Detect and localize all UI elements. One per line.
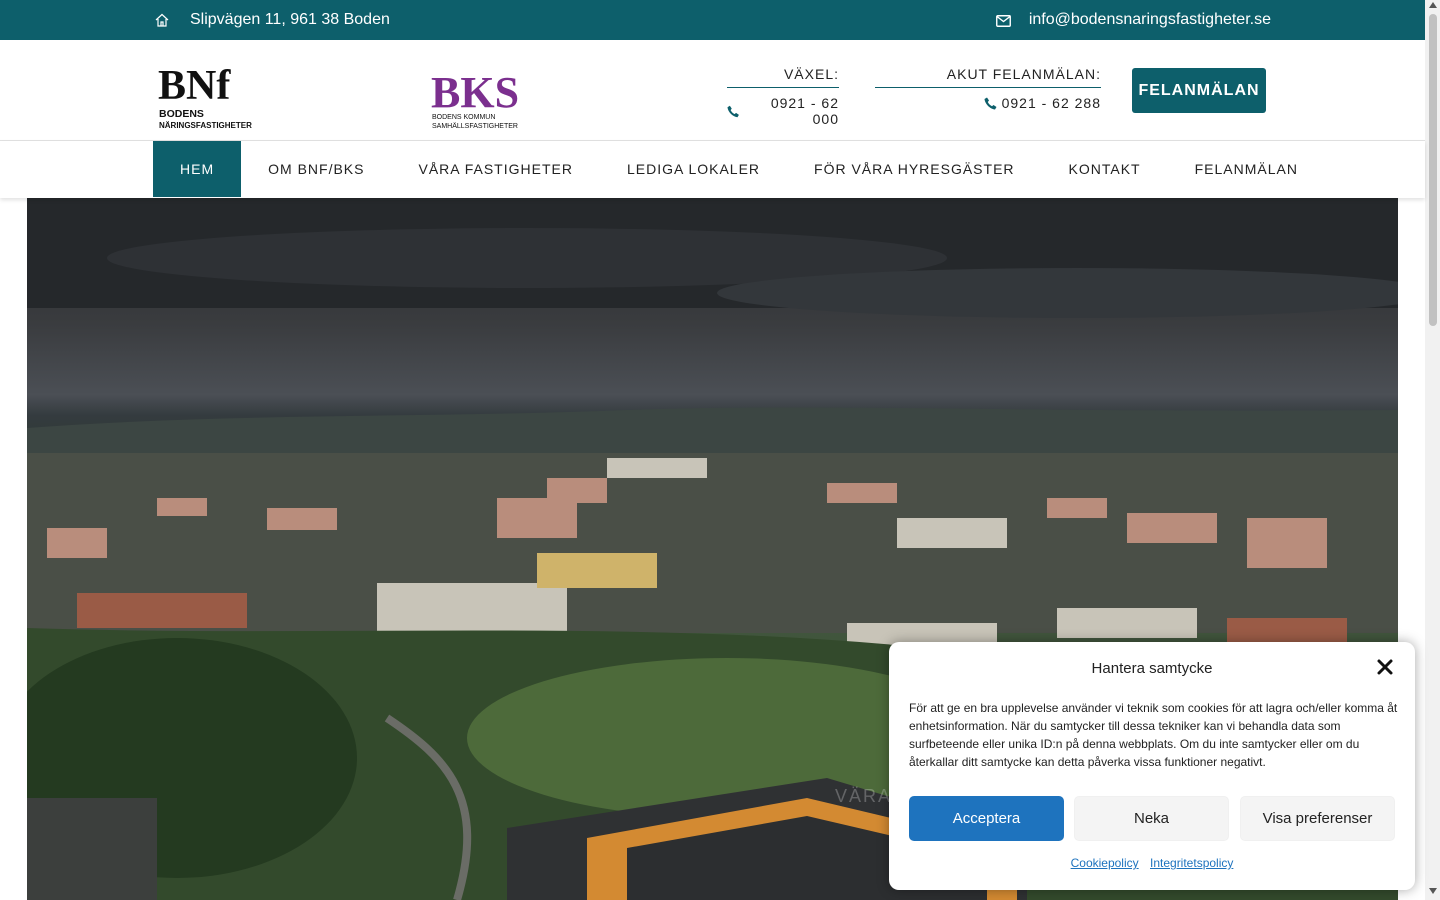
address-text: Slipvägen 11, 961 38 Boden (190, 11, 390, 28)
cookie-consent-dialog: Hantera samtycke För att ge en bra upple… (889, 642, 1415, 890)
akut-phone[interactable]: 0921 - 62 288 (875, 95, 1101, 111)
home-icon (155, 13, 169, 27)
akut-contact: AKUT FELANMÄLAN: 0921 - 62 288 (875, 66, 1101, 111)
bnf-logo[interactable]: BNf BODENS NÄRINGSFASTIGHETER (158, 49, 264, 133)
cookie-body-text: För att ge en bra upplevelse använder vi… (909, 701, 1398, 769)
cookie-policy-link[interactable]: Cookiepolicy (1071, 856, 1139, 870)
hero-watermark: VÄRA (835, 786, 893, 806)
cookie-title: Hantera samtycke (1091, 660, 1213, 677)
bks-logo-line1: BODENS KOMMUN (432, 114, 495, 121)
vaxel-phone[interactable]: 0921 - 62 000 (727, 95, 839, 127)
cookie-links: Cookiepolicy Integritetspolicy (889, 856, 1415, 870)
bks-logo[interactable]: BKS BODENS KOMMUN SAMHÄLLSFASTIGHETER (431, 65, 549, 137)
felanmalan-button[interactable]: FELANMÄLAN (1132, 68, 1266, 113)
envelope-icon (995, 14, 1011, 27)
site-header: BNf BODENS NÄRINGSFASTIGHETER BKS BODENS… (0, 40, 1425, 141)
nav-item-lediga-lokaler[interactable]: LEDIGA LOKALER (600, 141, 787, 197)
vaxel-label: VÄXEL: (727, 66, 839, 88)
nav-item-felanmalan[interactable]: FELANMÄLAN (1168, 141, 1325, 197)
scroll-up-icon[interactable] (1429, 2, 1437, 8)
accept-button[interactable]: Acceptera (909, 796, 1064, 841)
nav-item-hem[interactable]: HEM (153, 141, 242, 197)
nav-item-kontakt[interactable]: KONTAKT (1042, 141, 1168, 197)
vaxel-number[interactable]: 0921 - 62 000 (744, 95, 839, 127)
deny-button[interactable]: Neka (1074, 796, 1229, 841)
vaxel-contact: VÄXEL: 0921 - 62 000 (727, 66, 839, 127)
nav-item-hyresgaster[interactable]: FÖR VÅRA HYRESGÄSTER (787, 141, 1041, 197)
akut-number[interactable]: 0921 - 62 288 (1002, 95, 1101, 111)
bks-logo-line2: SAMHÄLLSFASTIGHETER (432, 122, 518, 130)
email-text[interactable]: info@bodensnaringsfastigheter.se (1029, 11, 1271, 29)
scrollbar-thumb[interactable] (1429, 14, 1437, 326)
email-link[interactable]: info@bodensnaringsfastigheter.se (995, 0, 1271, 40)
nav-item-vara-fastigheter[interactable]: VÅRA FASTIGHETER (391, 141, 599, 197)
preferences-button[interactable]: Visa preferenser (1240, 796, 1395, 841)
akut-label: AKUT FELANMÄLAN: (875, 66, 1101, 88)
main-navigation: HEM OM BNF/BKS VÅRA FASTIGHETER LEDIGA L… (0, 141, 1425, 198)
close-icon[interactable] (1376, 658, 1394, 676)
scroll-down-icon[interactable] (1429, 888, 1437, 894)
phone-icon (984, 97, 997, 109)
bnf-logo-line2: NÄRINGSFASTIGHETER (159, 121, 252, 130)
bks-logo-mark: BKS (431, 68, 519, 117)
top-bar: Slipvägen 11, 961 38 Boden info@bodensna… (0, 0, 1425, 40)
bnf-logo-line1: BODENS (159, 108, 204, 120)
address: Slipvägen 11, 961 38 Boden (155, 0, 390, 40)
bnf-logo-mark: BNf (158, 63, 231, 109)
privacy-policy-link[interactable]: Integritetspolicy (1150, 856, 1233, 870)
nav-item-om-bnf-bks[interactable]: OM BNF/BKS (241, 141, 391, 197)
phone-icon (727, 105, 739, 117)
